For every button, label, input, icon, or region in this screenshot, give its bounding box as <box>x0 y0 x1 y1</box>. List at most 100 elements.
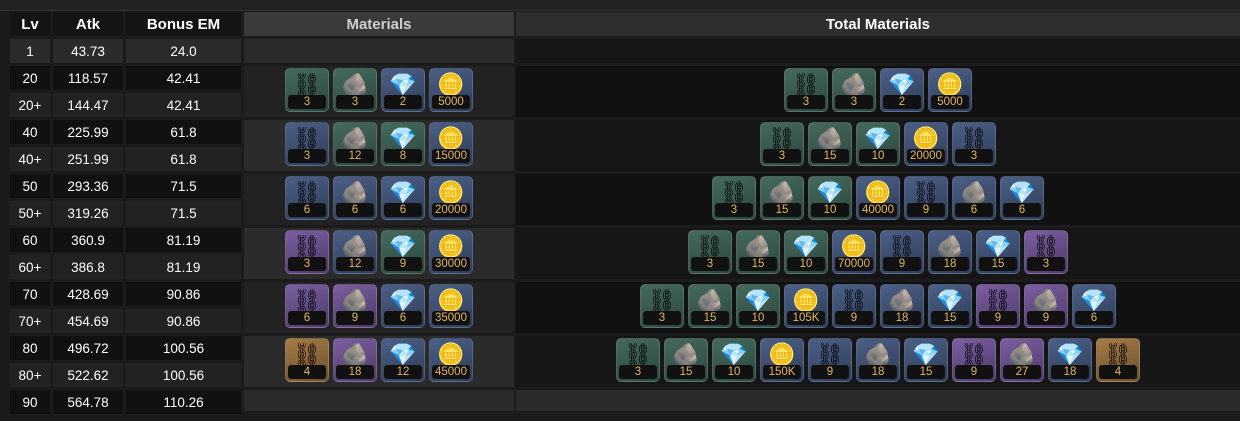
material-count: 10 <box>859 149 897 163</box>
stat-em: 24.0 <box>126 39 241 63</box>
material-item[interactable]: 💎 9 <box>381 230 425 274</box>
material-item[interactable]: 🪙 15000 <box>429 122 473 166</box>
material-item[interactable]: ⛓ 3 <box>285 122 329 166</box>
material-item[interactable]: 💎 15 <box>976 230 1020 274</box>
material-item[interactable]: 🪨 3 <box>832 68 876 112</box>
material-count: 3 <box>1027 257 1065 271</box>
material-item[interactable]: 🪙 20000 <box>904 122 948 166</box>
stat-em: 61.8 <box>126 120 241 144</box>
material-item[interactable]: 💎 6 <box>1072 284 1116 328</box>
material-item[interactable]: ⛓ 6 <box>285 284 329 328</box>
material-item[interactable]: 🪨 3 <box>333 68 377 112</box>
material-item[interactable]: ⛓ 9 <box>904 176 948 220</box>
material-item[interactable]: ⛓ 9 <box>976 284 1020 328</box>
material-row: ⛓ 3 🪨 3 💎 2 🪙 5000 <box>244 66 514 117</box>
material-item[interactable]: 💎 12 <box>381 338 425 382</box>
material-item[interactable]: ⛓ 9 <box>952 338 996 382</box>
material-item[interactable]: ⛓ 9 <box>808 338 852 382</box>
material-item[interactable]: ⛓ 3 <box>640 284 684 328</box>
material-count: 10 <box>739 311 777 325</box>
material-item[interactable]: 💎 10 <box>808 176 852 220</box>
material-item[interactable]: 🪨 12 <box>333 122 377 166</box>
material-item[interactable]: 💎 15 <box>928 284 972 328</box>
material-item[interactable]: ⛓ 4 <box>1096 338 1140 382</box>
material-item[interactable]: 💎 2 <box>880 68 924 112</box>
material-item[interactable]: 🪨 15 <box>736 230 780 274</box>
material-item[interactable]: 💎 2 <box>381 68 425 112</box>
stat-atk: 496.72 <box>53 336 123 360</box>
material-row: ⛓ 4 🪨 18 💎 12 🪙 45000 <box>244 336 514 387</box>
material-count: 10 <box>787 257 825 271</box>
material-item[interactable]: ⛓ 3 <box>285 68 329 112</box>
material-item[interactable]: 🪨 9 <box>333 284 377 328</box>
stat-atk: 43.73 <box>53 39 123 63</box>
material-item[interactable]: 💎 6 <box>1000 176 1044 220</box>
material-item[interactable]: 🪙 30000 <box>429 230 473 274</box>
material-count: 12 <box>336 257 374 271</box>
material-item[interactable]: ⛓ 3 <box>688 230 732 274</box>
stat-atk: 251.99 <box>53 147 123 171</box>
material-count: 2 <box>883 95 921 109</box>
material-item[interactable]: 🪨 18 <box>333 338 377 382</box>
material-item[interactable]: ⛓ 3 <box>1024 230 1068 274</box>
material-item[interactable]: 🪨 15 <box>664 338 708 382</box>
material-item[interactable]: 🪙 35000 <box>429 284 473 328</box>
stat-lv: 20+ <box>10 93 50 117</box>
material-icons: ⛓ 3 🪨 15 💎 10 🪙 70000 ⛓ 9 🪨 18 💎 15 ⛓ 3 <box>516 230 1240 274</box>
stat-lv: 80+ <box>10 363 50 387</box>
material-count: 10 <box>811 203 849 217</box>
material-item[interactable]: ⛓ 3 <box>616 338 660 382</box>
stat-lv: 40+ <box>10 147 50 171</box>
total-material-row: ⛓ 3 🪨 15 💎 10 🪙 150K ⛓ 9 🪨 18 💎 15 ⛓ 9 🪨 27 💎 18 ⛓ 4 <box>516 336 1240 387</box>
material-item[interactable]: 💎 18 <box>1048 338 1092 382</box>
material-row: ⛓ 3 🪨 12 💎 8 🪙 15000 <box>244 120 514 171</box>
material-icons: ⛓ 3 🪨 15 💎 10 🪙 150K ⛓ 9 🪨 18 💎 15 ⛓ 9 🪨 27 💎 18 ⛓ 4 <box>516 338 1240 382</box>
material-item[interactable]: ⛓ 9 <box>880 230 924 274</box>
material-item[interactable]: 💎 6 <box>381 284 425 328</box>
stat-atk: 118.57 <box>53 66 123 90</box>
material-item[interactable]: ⛓ 3 <box>712 176 756 220</box>
stat-em: 100.56 <box>126 363 241 387</box>
material-item[interactable]: ⛓ 3 <box>760 122 804 166</box>
stat-em: 90.86 <box>126 282 241 306</box>
material-item[interactable]: ⛓ 3 <box>784 68 828 112</box>
material-item[interactable]: 🪨 9 <box>1024 284 1068 328</box>
material-item[interactable]: 💎 10 <box>856 122 900 166</box>
material-item[interactable]: 🪨 18 <box>880 284 924 328</box>
material-item[interactable]: 🪨 18 <box>928 230 972 274</box>
material-item[interactable]: 🪨 18 <box>856 338 900 382</box>
material-item[interactable]: 🪨 12 <box>333 230 377 274</box>
material-item[interactable]: ⛓ 9 <box>832 284 876 328</box>
material-item[interactable]: ⛓ 3 <box>285 230 329 274</box>
material-item[interactable]: 💎 8 <box>381 122 425 166</box>
material-item[interactable]: 💎 10 <box>784 230 828 274</box>
material-item[interactable]: 💎 6 <box>381 176 425 220</box>
material-item[interactable]: 💎 10 <box>736 284 780 328</box>
material-item[interactable]: 💎 15 <box>904 338 948 382</box>
material-item[interactable]: 💎 10 <box>712 338 756 382</box>
material-item[interactable]: 🪙 5000 <box>429 68 473 112</box>
stat-em: 42.41 <box>126 66 241 90</box>
material-count: 9 <box>979 311 1017 325</box>
material-item[interactable]: 🪙 5000 <box>928 68 972 112</box>
material-item[interactable]: 🪙 45000 <box>429 338 473 382</box>
material-item[interactable]: 🪨 15 <box>688 284 732 328</box>
material-item[interactable]: 🪨 15 <box>760 176 804 220</box>
material-item[interactable]: 🪨 6 <box>952 176 996 220</box>
material-count: 9 <box>811 365 849 379</box>
material-count: 15 <box>811 149 849 163</box>
material-item[interactable]: 🪙 20000 <box>429 176 473 220</box>
material-icons: ⛓ 6 🪨 6 💎 6 🪙 20000 <box>244 176 514 220</box>
material-item[interactable]: 🪙 150K <box>760 338 804 382</box>
material-item[interactable]: ⛓ 3 <box>952 122 996 166</box>
header-materials: Materials <box>244 12 514 36</box>
material-item[interactable]: 🪨 6 <box>333 176 377 220</box>
material-item[interactable]: ⛓ 6 <box>285 176 329 220</box>
material-item[interactable]: 🪨 27 <box>1000 338 1044 382</box>
material-item[interactable]: 🪨 15 <box>808 122 852 166</box>
material-item[interactable]: 🪙 40000 <box>856 176 900 220</box>
material-item[interactable]: ⛓ 4 <box>285 338 329 382</box>
material-item[interactable]: 🪙 70000 <box>832 230 876 274</box>
stat-lv: 50+ <box>10 201 50 225</box>
material-item[interactable]: 🪙 105K <box>784 284 828 328</box>
